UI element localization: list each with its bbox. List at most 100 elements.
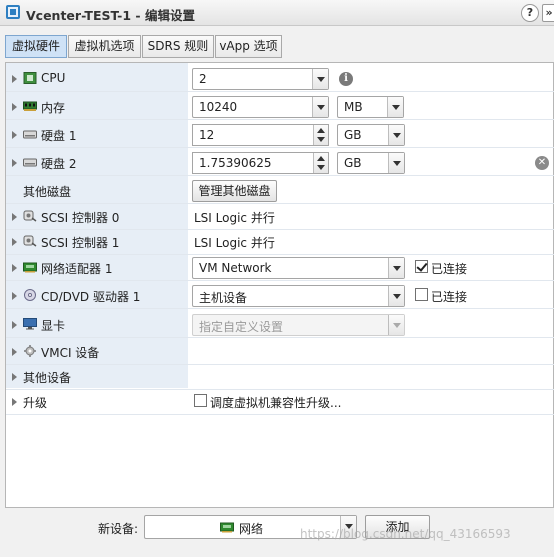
scsi-controller-icon xyxy=(23,210,37,222)
expand-arrow-icon[interactable] xyxy=(12,292,17,300)
disk-2-size-stepper[interactable]: 1.75390625 xyxy=(192,152,329,174)
row-network-adapter-1: 网络适配器 1 VM Network 已连接 xyxy=(6,254,554,281)
row-other-devices: 其他设备 xyxy=(6,363,554,390)
help-button[interactable]: ? xyxy=(521,4,539,22)
remove-icon[interactable]: ✕ xyxy=(535,156,549,170)
disk-1-unit: GB xyxy=(344,128,362,142)
chevron-down-icon xyxy=(388,315,404,335)
row-cd-dvd-drive-1: CD/DVD 驱动器 1 主机设备 已连接 xyxy=(6,282,554,309)
row-label: 网络适配器 1 xyxy=(41,262,113,276)
expand-arrow-icon[interactable] xyxy=(12,213,17,221)
row-disk-1: 硬盘 1 12 GB xyxy=(6,121,554,148)
memory-module-icon xyxy=(23,101,37,111)
row-label: VMCI 设备 xyxy=(41,346,100,360)
manage-other-disks-button[interactable]: 管理其他磁盘 xyxy=(192,180,277,202)
hard-disk-icon xyxy=(23,158,37,167)
watermark: https://blog.csdn.net/qq_43166593 xyxy=(300,527,511,541)
expand-arrow-icon[interactable] xyxy=(12,398,17,406)
expand-arrow-icon[interactable] xyxy=(12,238,17,246)
schedule-upgrade-label: 调度虚拟机兼容性升级... xyxy=(210,396,342,410)
chevron-down-icon[interactable] xyxy=(388,125,404,145)
row-label: 显卡 xyxy=(41,319,66,333)
memory-value: 10240 xyxy=(199,100,238,114)
network-connected-label: 已连接 xyxy=(431,262,468,276)
disk-2-size: 1.75390625 xyxy=(199,156,272,170)
cpu-value: 2 xyxy=(199,72,207,86)
expand-arrow-icon[interactable] xyxy=(12,373,17,381)
row-label: CD/DVD 驱动器 1 xyxy=(41,290,141,304)
chevron-down-icon[interactable] xyxy=(387,97,403,117)
cd-dvd-device-select[interactable]: 主机设备 xyxy=(192,285,405,307)
row-video-card: 显卡 指定自定义设置 xyxy=(6,311,554,338)
expand-button[interactable]: » xyxy=(542,4,554,22)
chevron-down-icon[interactable] xyxy=(388,286,404,306)
memory-unit-select[interactable]: MB xyxy=(337,96,404,118)
network-select[interactable]: VM Network xyxy=(192,257,405,279)
row-label: 内存 xyxy=(41,101,66,115)
row-label: SCSI 控制器 0 xyxy=(41,211,120,225)
row-other-disks: 其他磁盘 管理其他磁盘 xyxy=(6,177,554,204)
spinner-arrows-icon[interactable] xyxy=(313,153,328,173)
disk-2-unit-select[interactable]: GB xyxy=(337,152,405,174)
network-value: VM Network xyxy=(199,261,272,275)
row-cpu: CPU 2 i xyxy=(6,65,554,92)
cd-dvd-device-value: 主机设备 xyxy=(199,291,248,305)
spinner-arrows-icon[interactable] xyxy=(313,125,328,145)
tab-sdrs-rules[interactable]: SDRS 规则 xyxy=(142,35,214,58)
monitor-icon xyxy=(23,318,37,330)
row-upgrade: 升级 调度虚拟机兼容性升级... xyxy=(6,388,554,415)
chevron-down-icon[interactable] xyxy=(388,153,404,173)
expand-arrow-icon[interactable] xyxy=(12,131,17,139)
scsi-controller-icon xyxy=(23,235,37,247)
expand-arrow-icon[interactable] xyxy=(12,264,17,272)
tab-virtual-hardware[interactable]: 虚拟硬件 xyxy=(5,35,67,58)
row-scsi-controller-1: SCSI 控制器 1 LSI Logic 并行 xyxy=(6,228,554,255)
new-device-value: 网络 xyxy=(239,522,264,536)
expand-arrow-icon[interactable] xyxy=(12,321,17,329)
row-scsi-controller-0: SCSI 控制器 0 LSI Logic 并行 xyxy=(6,203,554,230)
row-vmci-device: VMCI 设备 xyxy=(6,338,554,365)
tab-vm-options[interactable]: 虚拟机选项 xyxy=(68,35,141,58)
expand-arrow-icon[interactable] xyxy=(12,159,17,167)
row-label: 硬盘 2 xyxy=(41,157,77,171)
network-connected-checkbox[interactable] xyxy=(415,260,428,273)
row-label: 硬盘 1 xyxy=(41,129,77,143)
new-device-label: 新设备: xyxy=(98,522,139,536)
cpu-select[interactable]: 2 xyxy=(192,68,329,90)
disk-1-size-stepper[interactable]: 12 xyxy=(192,124,329,146)
hardware-panel: CPU 2 i 内存 10240 MB 硬盘 1 12 GB 硬盘 2 1.75… xyxy=(5,62,554,508)
scsi-controller-1-type: LSI Logic 并行 xyxy=(194,236,275,250)
disk-1-unit-select[interactable]: GB xyxy=(337,124,405,146)
hard-disk-icon xyxy=(23,130,37,139)
disk-1-size: 12 xyxy=(199,128,215,142)
scsi-controller-0-type: LSI Logic 并行 xyxy=(194,211,275,225)
window-title: Vcenter-TEST-1 - 编辑设置 xyxy=(26,8,195,23)
row-label: 升级 xyxy=(23,396,48,410)
cd-dvd-icon xyxy=(24,289,36,301)
cd-dvd-connected-label: 已连接 xyxy=(431,290,468,304)
memory-unit: MB xyxy=(344,100,363,114)
chevron-down-icon[interactable] xyxy=(312,97,328,117)
network-adapter-icon xyxy=(23,262,37,273)
tab-vapp-options[interactable]: vApp 选项 xyxy=(215,35,282,58)
row-memory: 内存 10240 MB xyxy=(6,93,554,120)
row-label: CPU xyxy=(41,71,66,85)
expand-arrow-icon[interactable] xyxy=(12,75,17,83)
vm-window-icon xyxy=(6,5,20,19)
schedule-upgrade-checkbox[interactable] xyxy=(194,394,207,407)
row-label: 其他磁盘 xyxy=(23,185,72,199)
memory-size-input[interactable]: 10240 xyxy=(192,96,329,118)
row-label: 其他设备 xyxy=(23,371,72,385)
cpu-chip-icon xyxy=(23,72,37,84)
expand-arrow-icon[interactable] xyxy=(12,103,17,111)
disk-2-unit: GB xyxy=(344,156,362,170)
row-disk-2: 硬盘 2 1.75390625 GB ✕ xyxy=(6,149,554,176)
cd-dvd-connected-checkbox[interactable] xyxy=(415,288,428,301)
network-adapter-icon xyxy=(220,522,234,533)
expand-arrow-icon[interactable] xyxy=(12,348,17,356)
info-icon[interactable]: i xyxy=(339,72,353,86)
title-bar: Vcenter-TEST-1 - 编辑设置 ? » xyxy=(0,0,554,26)
row-label: SCSI 控制器 1 xyxy=(41,236,120,250)
chevron-down-icon[interactable] xyxy=(312,69,328,89)
chevron-down-icon[interactable] xyxy=(388,258,404,278)
